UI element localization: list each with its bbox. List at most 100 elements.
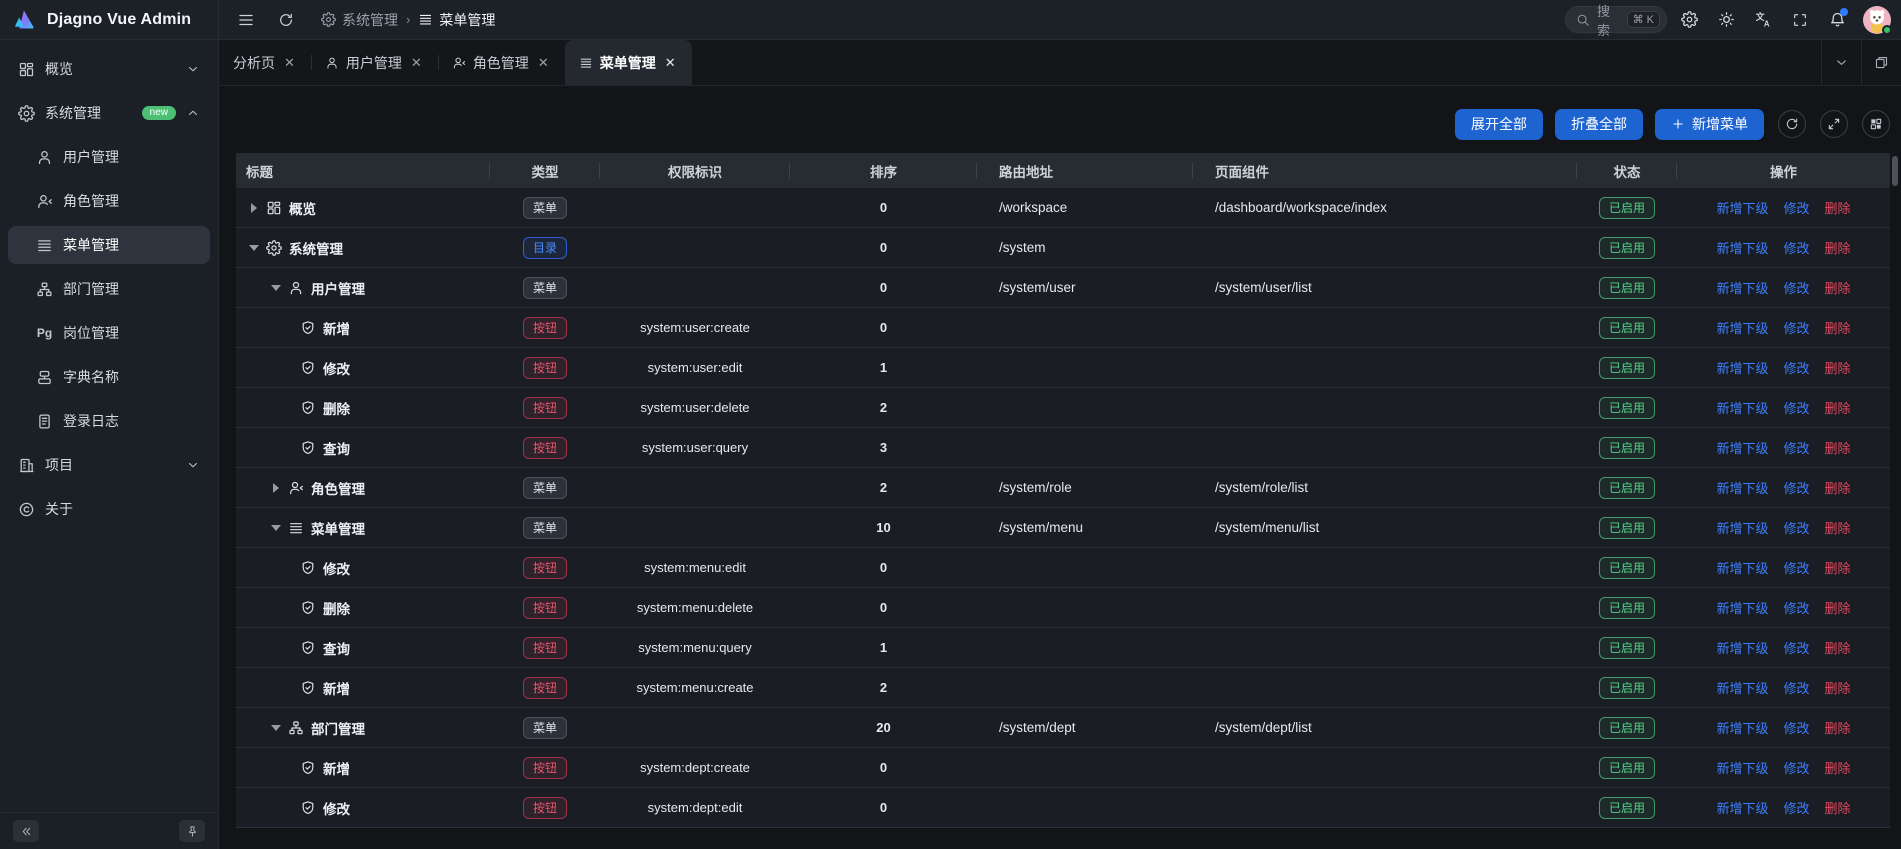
maximize-icon bbox=[1874, 55, 1889, 70]
caret-down-icon[interactable] bbox=[268, 525, 284, 531]
edit-link[interactable]: 修改 bbox=[1783, 798, 1809, 817]
add-child-link[interactable]: 新增下级 bbox=[1716, 478, 1768, 497]
delete-link[interactable]: 删除 bbox=[1825, 798, 1851, 817]
edit-link[interactable]: 修改 bbox=[1783, 438, 1809, 457]
delete-link[interactable]: 删除 bbox=[1825, 238, 1851, 257]
sort-value: 0 bbox=[790, 800, 977, 815]
shield-icon bbox=[300, 680, 316, 696]
settings-button[interactable] bbox=[1674, 5, 1704, 35]
collapse-sidebar-button[interactable] bbox=[13, 820, 39, 842]
user-avatar[interactable] bbox=[1863, 6, 1891, 34]
edit-link[interactable]: 修改 bbox=[1783, 358, 1809, 377]
caret-down-icon[interactable] bbox=[246, 245, 262, 251]
edit-link[interactable]: 修改 bbox=[1783, 318, 1809, 337]
add-child-link[interactable]: 新增下级 bbox=[1716, 318, 1768, 337]
edit-link[interactable]: 修改 bbox=[1783, 758, 1809, 777]
tab-bar: 分析页✕用户管理✕角色管理✕菜单管理✕ bbox=[219, 40, 1901, 86]
delete-link[interactable]: 删除 bbox=[1825, 638, 1851, 657]
add-child-link[interactable]: 新增下级 bbox=[1716, 558, 1768, 577]
edit-link[interactable]: 修改 bbox=[1783, 718, 1809, 737]
add-menu-button[interactable]: 新增菜单 bbox=[1655, 109, 1764, 140]
add-child-link[interactable]: 新增下级 bbox=[1716, 518, 1768, 537]
edit-link[interactable]: 修改 bbox=[1783, 198, 1809, 217]
content-maximize-button[interactable] bbox=[1861, 40, 1901, 85]
sidebar-item-岗位管理[interactable]: Pg岗位管理 bbox=[8, 314, 210, 352]
expand-all-button[interactable]: 展开全部 bbox=[1455, 109, 1543, 140]
add-child-link[interactable]: 新增下级 bbox=[1716, 718, 1768, 737]
add-child-link[interactable]: 新增下级 bbox=[1716, 278, 1768, 297]
refresh-table-button[interactable] bbox=[1778, 110, 1806, 138]
add-child-link[interactable]: 新增下级 bbox=[1716, 798, 1768, 817]
add-child-link[interactable]: 新增下级 bbox=[1716, 598, 1768, 617]
pin-sidebar-button[interactable] bbox=[179, 820, 205, 842]
delete-link[interactable]: 删除 bbox=[1825, 278, 1851, 297]
sidebar-item-系统管理[interactable]: 系统管理new bbox=[8, 94, 210, 132]
tab-菜单管理[interactable]: 菜单管理✕ bbox=[565, 40, 692, 85]
table-scrollbar[interactable] bbox=[1892, 156, 1898, 186]
breadcrumb-item[interactable]: 系统管理 bbox=[321, 10, 398, 30]
tab-角色管理[interactable]: 角色管理✕ bbox=[438, 40, 565, 85]
sidebar-item-部门管理[interactable]: 部门管理 bbox=[8, 270, 210, 308]
add-child-link[interactable]: 新增下级 bbox=[1716, 238, 1768, 257]
delete-link[interactable]: 删除 bbox=[1825, 318, 1851, 337]
close-tab-icon[interactable]: ✕ bbox=[536, 54, 551, 71]
sidebar-item-角色管理[interactable]: 角色管理 bbox=[8, 182, 210, 220]
close-tab-icon[interactable]: ✕ bbox=[663, 54, 678, 71]
add-child-link[interactable]: 新增下级 bbox=[1716, 758, 1768, 777]
sidebar-item-项目[interactable]: 项目 bbox=[8, 446, 210, 484]
delete-link[interactable]: 删除 bbox=[1825, 758, 1851, 777]
delete-link[interactable]: 删除 bbox=[1825, 438, 1851, 457]
edit-link[interactable]: 修改 bbox=[1783, 558, 1809, 577]
edit-link[interactable]: 修改 bbox=[1783, 238, 1809, 257]
table-fullscreen-button[interactable] bbox=[1820, 110, 1848, 138]
edit-link[interactable]: 修改 bbox=[1783, 278, 1809, 297]
sidebar-item-用户管理[interactable]: 用户管理 bbox=[8, 138, 210, 176]
delete-link[interactable]: 删除 bbox=[1825, 358, 1851, 377]
collapse-all-button[interactable]: 折叠全部 bbox=[1555, 109, 1643, 140]
column-settings-button[interactable] bbox=[1862, 110, 1890, 138]
caret-down-icon[interactable] bbox=[268, 285, 284, 291]
close-tab-icon[interactable]: ✕ bbox=[409, 54, 424, 71]
edit-link[interactable]: 修改 bbox=[1783, 398, 1809, 417]
fullscreen-button[interactable] bbox=[1785, 5, 1815, 35]
edit-link[interactable]: 修改 bbox=[1783, 518, 1809, 537]
sidebar-item-登录日志[interactable]: 登录日志 bbox=[8, 402, 210, 440]
sidebar-item-关于[interactable]: 关于 bbox=[8, 490, 210, 528]
sidebar-item-概览[interactable]: 概览 bbox=[8, 50, 210, 88]
edit-link[interactable]: 修改 bbox=[1783, 678, 1809, 697]
sidebar-item-菜单管理[interactable]: 菜单管理 bbox=[8, 226, 210, 264]
language-button[interactable]: 文A bbox=[1748, 5, 1778, 35]
search-input[interactable]: 搜索 ⌘ K bbox=[1565, 6, 1667, 33]
delete-link[interactable]: 删除 bbox=[1825, 478, 1851, 497]
add-child-link[interactable]: 新增下级 bbox=[1716, 638, 1768, 657]
add-child-link[interactable]: 新增下级 bbox=[1716, 438, 1768, 457]
add-child-link[interactable]: 新增下级 bbox=[1716, 678, 1768, 697]
delete-link[interactable]: 删除 bbox=[1825, 518, 1851, 537]
add-child-link[interactable]: 新增下级 bbox=[1716, 398, 1768, 417]
caret-right-icon[interactable] bbox=[246, 203, 262, 213]
sidebar-item-字典名称[interactable]: 字典名称 bbox=[8, 358, 210, 396]
sidebar-toggle-button[interactable] bbox=[231, 5, 261, 35]
notifications-button[interactable] bbox=[1822, 5, 1852, 35]
delete-link[interactable]: 删除 bbox=[1825, 198, 1851, 217]
add-child-link[interactable]: 新增下级 bbox=[1716, 198, 1768, 217]
refresh-page-button[interactable] bbox=[271, 5, 301, 35]
delete-link[interactable]: 删除 bbox=[1825, 678, 1851, 697]
caret-right-icon[interactable] bbox=[268, 483, 284, 493]
tab-用户管理[interactable]: 用户管理✕ bbox=[311, 40, 438, 85]
breadcrumb-item-current[interactable]: 菜单管理 bbox=[418, 10, 495, 30]
delete-link[interactable]: 删除 bbox=[1825, 398, 1851, 417]
edit-link[interactable]: 修改 bbox=[1783, 598, 1809, 617]
delete-link[interactable]: 删除 bbox=[1825, 598, 1851, 617]
delete-link[interactable]: 删除 bbox=[1825, 558, 1851, 577]
delete-link[interactable]: 删除 bbox=[1825, 718, 1851, 737]
table-row: 查询按钮system:user:query3已启用新增下级修改删除 bbox=[236, 428, 1890, 468]
caret-down-icon[interactable] bbox=[268, 725, 284, 731]
edit-link[interactable]: 修改 bbox=[1783, 638, 1809, 657]
tab-分析页[interactable]: 分析页✕ bbox=[219, 40, 311, 85]
edit-link[interactable]: 修改 bbox=[1783, 478, 1809, 497]
tab-list-dropdown-button[interactable] bbox=[1821, 40, 1861, 85]
close-tab-icon[interactable]: ✕ bbox=[282, 54, 297, 71]
theme-toggle-button[interactable] bbox=[1711, 5, 1741, 35]
add-child-link[interactable]: 新增下级 bbox=[1716, 358, 1768, 377]
